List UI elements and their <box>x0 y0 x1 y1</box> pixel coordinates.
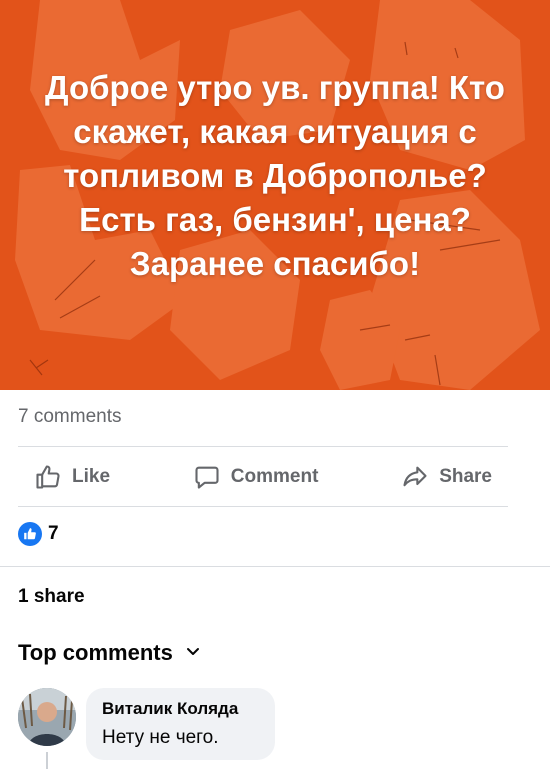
action-bar: Like Comment Share <box>18 452 508 502</box>
like-label: Like <box>72 466 111 487</box>
reactions-summary[interactable]: 7 <box>18 522 59 546</box>
like-reaction-icon <box>18 522 42 546</box>
reaction-count: 7 <box>48 523 59 544</box>
comment-label: Comment <box>230 466 319 487</box>
share-label: Share <box>439 466 492 487</box>
comment-bubble[interactable]: Виталик Коляда Нету не чего. <box>86 688 275 760</box>
comment-author[interactable]: Виталик Коляда <box>102 698 259 720</box>
top-comments-label: Top comments <box>18 640 173 665</box>
comment-button[interactable]: Comment <box>177 455 335 499</box>
comments-count[interactable]: 7 comments <box>18 406 121 428</box>
thumbs-up-icon <box>34 463 62 491</box>
avatar[interactable] <box>18 688 76 746</box>
share-button[interactable]: Share <box>385 455 508 499</box>
divider <box>0 566 550 567</box>
chevron-down-icon <box>185 643 201 664</box>
comment-text: Нету не чего. <box>102 727 219 748</box>
share-count[interactable]: 1 share <box>18 586 85 608</box>
top-comments-filter[interactable]: Top comments <box>18 640 201 666</box>
comment-bubble-icon <box>193 463 221 491</box>
divider <box>18 506 508 507</box>
share-arrow-icon <box>401 463 429 491</box>
thread-line <box>46 752 48 769</box>
divider <box>18 446 508 447</box>
post-text: Доброе утро ув. группа! Кто скажет, кака… <box>45 69 505 282</box>
comment-item: Виталик Коляда Нету не чего. <box>18 688 275 760</box>
post-background[interactable]: Доброе утро ув. группа! Кто скажет, кака… <box>0 0 550 390</box>
like-button[interactable]: Like <box>18 455 126 499</box>
